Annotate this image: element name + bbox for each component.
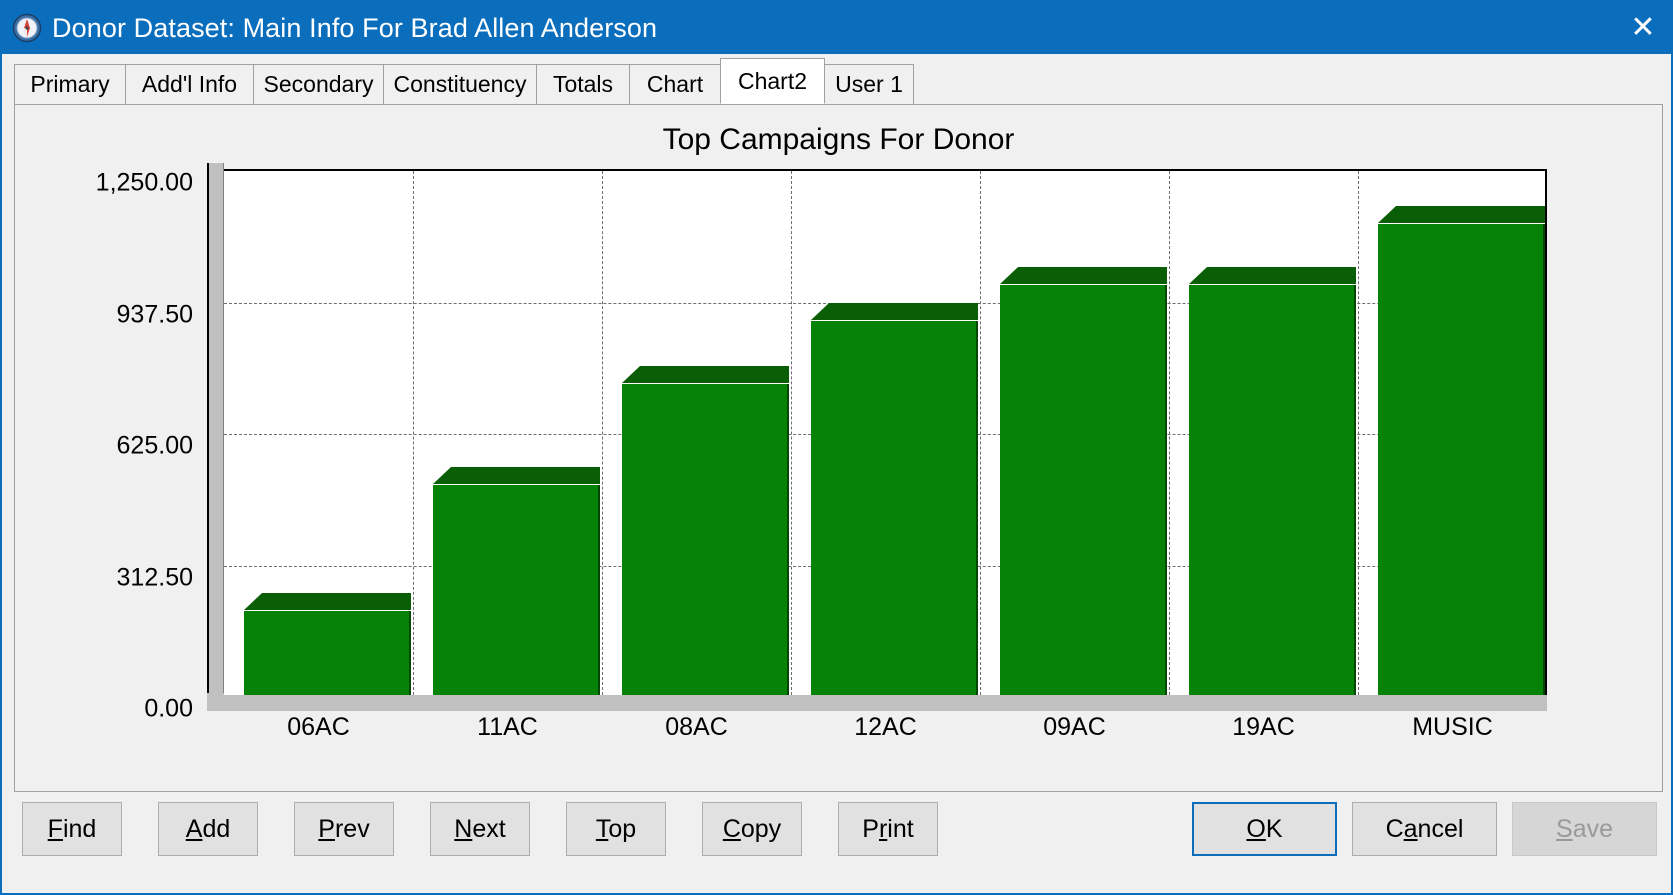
bar-front-face: [243, 610, 412, 695]
bar-top-face: [450, 466, 601, 484]
bar-top-face: [1017, 266, 1168, 284]
tab-primary[interactable]: Primary: [14, 64, 126, 104]
x-axis-labels: 06AC 11AC 08AC 12AC 09AC 19AC MUSIC: [207, 713, 1547, 753]
copy-button[interactable]: Copy: [702, 802, 802, 856]
axis-floor: [207, 693, 1547, 711]
tab-label: Primary: [30, 71, 110, 97]
x-axis-tick-label: 08AC: [665, 713, 728, 741]
plot-3d-box: [207, 163, 1547, 711]
gridline-vertical: [602, 171, 603, 695]
tab-label: Chart: [646, 71, 704, 97]
bar-top-bevel: [243, 592, 262, 610]
tab-chart2[interactable]: Chart2: [720, 58, 825, 104]
bar-front-face: [810, 320, 979, 695]
cancel-button[interactable]: Cancel: [1352, 802, 1497, 856]
button-label: Print: [862, 814, 914, 843]
gridline-vertical: [980, 171, 981, 695]
y-axis-tick-label: 937.50: [116, 300, 193, 328]
title-bar: Donor Dataset: Main Info For Brad Allen …: [2, 2, 1671, 54]
bar-front-face: [999, 284, 1168, 695]
button-label: Copy: [722, 814, 782, 843]
button-label: Top: [595, 814, 637, 843]
bar-top-face: [639, 365, 790, 383]
y-axis-tick-label: 1,250.00: [95, 168, 193, 197]
y-axis-labels: 0.00 312.50 625.00 937.50 1,250.00: [31, 163, 193, 778]
bar-08ac: [621, 365, 790, 695]
x-axis-tick-label: MUSIC: [1412, 713, 1493, 741]
tab-label: Chart2: [737, 67, 808, 94]
close-icon[interactable]: ✕: [1611, 2, 1671, 54]
tab-content-pane: Top Campaigns For Donor 0.00 312.50 625.00…: [14, 104, 1663, 792]
chart-title: Top Campaigns For Donor: [662, 123, 1015, 156]
bar-front-face: [432, 484, 601, 695]
tab-add-l-info[interactable]: Add'l Info: [125, 64, 254, 104]
x-axis-tick-label: 11AC: [477, 713, 538, 741]
tab-label: Secondary: [263, 71, 374, 97]
x-axis-tick-label: 09AC: [1043, 713, 1106, 741]
prev-button[interactable]: Prev: [294, 802, 394, 856]
ok-button[interactable]: OK: [1192, 802, 1337, 856]
tab-label: User 1: [835, 71, 903, 97]
tab-user-1[interactable]: User 1: [824, 64, 914, 104]
tab-secondary[interactable]: Secondary: [253, 64, 384, 104]
tab-label: Constituency: [393, 71, 527, 97]
y-axis-tick-label: 312.50: [116, 563, 193, 591]
button-label: OK: [1246, 814, 1283, 843]
dialog-button-bar: Find Add Prev Next Top Copy Print OK Cancel Save: [2, 802, 1671, 893]
bar-top-bevel: [810, 302, 829, 320]
bar-09ac: [999, 266, 1168, 695]
save-button: Save: [1512, 802, 1657, 856]
y-axis-tick-label: 625.00: [116, 431, 193, 460]
bar-top-bevel: [999, 266, 1018, 284]
bar-top-bevel: [621, 365, 640, 383]
tab-label: Totals: [552, 71, 614, 97]
bar-front-face: [1377, 223, 1545, 695]
bar-06ac: [243, 592, 412, 695]
gridline-vertical: [1358, 171, 1359, 695]
tab-chart[interactable]: Chart: [629, 64, 721, 104]
axis-wall-left: [207, 163, 224, 695]
bar-top-face: [1206, 266, 1357, 284]
bar-top-face: [828, 302, 979, 320]
button-label: Find: [47, 814, 97, 843]
bar-top-bevel: [1377, 205, 1396, 223]
button-label: Save: [1556, 814, 1613, 843]
print-button[interactable]: Print: [838, 802, 938, 856]
x-axis-tick-label: 19AC: [1232, 713, 1295, 741]
bar-front-face: [1188, 284, 1357, 695]
top-button[interactable]: Top: [566, 802, 666, 856]
plot-area: [224, 169, 1547, 695]
tab-strip: Primary Add'l Info Secondary Constituency To…: [14, 58, 1663, 104]
bar-12ac: [810, 302, 979, 695]
donor-dataset-window: Donor Dataset: Main Info For Brad Allen …: [0, 0, 1673, 895]
bar-music: [1377, 205, 1545, 695]
button-label: Next: [454, 814, 506, 843]
next-button[interactable]: Next: [430, 802, 530, 856]
bar-front-face: [621, 383, 790, 695]
add-button[interactable]: Add: [158, 802, 258, 856]
window-title: Donor Dataset: Main Info For Brad Allen …: [52, 12, 658, 43]
x-axis-tick-label: 06AC: [287, 713, 350, 741]
bar-top-bevel: [1188, 266, 1207, 284]
bar-top-face: [261, 592, 412, 610]
bar-top-bevel: [432, 466, 451, 484]
gridline-vertical: [791, 171, 792, 695]
x-axis-tick-label: 12AC: [854, 713, 917, 741]
chart-canvas: 0.00 312.50 625.00 937.50 1,250.00 06AC 11AC 0…: [31, 163, 1647, 778]
button-label: Add: [185, 814, 231, 843]
bar-top-face: [1395, 205, 1545, 223]
gridline-vertical: [1169, 171, 1170, 695]
compass-icon: [12, 13, 42, 43]
y-axis-tick-label: 0.00: [144, 694, 193, 723]
bar-19ac: [1188, 266, 1357, 695]
button-label: Cancel: [1385, 814, 1464, 843]
tab-label: Add'l Info: [141, 71, 238, 97]
button-label: Prev: [318, 814, 370, 843]
tab-totals[interactable]: Totals: [536, 64, 630, 104]
gridline-vertical: [413, 171, 414, 695]
tab-constituency[interactable]: Constituency: [383, 64, 537, 104]
find-button[interactable]: Find: [22, 802, 122, 856]
bar-11ac: [432, 466, 601, 695]
